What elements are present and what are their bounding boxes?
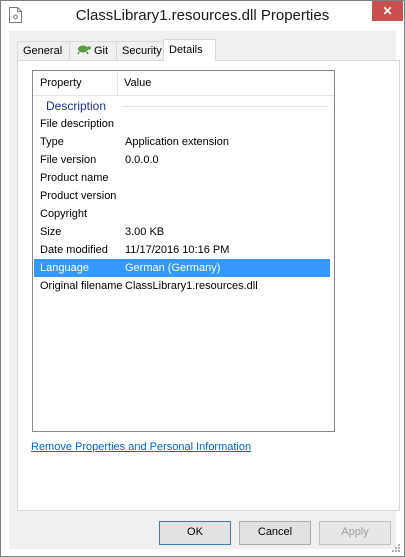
property-value: Application extension: [125, 136, 229, 148]
apply-button[interactable]: Apply: [319, 521, 391, 545]
tab-label: General: [23, 45, 63, 57]
property-name: Type: [40, 136, 64, 148]
property-name: Language: [40, 262, 89, 274]
list-item-selected[interactable]: Language German (Germany): [34, 259, 330, 277]
tab-security[interactable]: Security: [116, 41, 170, 60]
list-item[interactable]: File version 0.0.0.0: [34, 151, 330, 169]
property-value: 0.0.0.0: [125, 154, 159, 166]
property-name: Date modified: [40, 244, 108, 256]
dialog-body: General Git Security Details Property Va…: [9, 31, 400, 549]
list-item[interactable]: Size 3.00 KB: [34, 223, 330, 241]
property-value: German (Germany): [125, 262, 221, 274]
tab-details[interactable]: Details: [163, 39, 216, 61]
property-value: 3.00 KB: [125, 226, 165, 238]
close-button[interactable]: ✕: [372, 1, 403, 21]
list-item[interactable]: Type Application extension: [34, 133, 330, 151]
property-value: ClassLibrary1.resources.dll: [125, 280, 258, 292]
ok-button[interactable]: OK: [159, 521, 231, 545]
property-name: File description: [40, 118, 114, 130]
tab-label: Security: [122, 45, 162, 57]
column-header-value[interactable]: Value: [124, 77, 151, 89]
group-header-description: Description: [46, 99, 107, 113]
list-item[interactable]: Original filename ClassLibrary1.resource…: [34, 277, 330, 295]
property-name: Copyright: [40, 208, 88, 220]
list-item[interactable]: Product name: [34, 169, 330, 187]
property-name: Original filename: [40, 280, 123, 292]
property-name: File version: [40, 154, 97, 166]
group-divider: [122, 106, 329, 107]
resize-grip-icon[interactable]: [390, 542, 400, 552]
property-name: Product version: [40, 190, 117, 202]
window-title: ClassLibrary1.resources.dll Properties: [75, 7, 330, 24]
properties-dialog: ClassLibrary1.resources.dll Properties ✕…: [0, 0, 405, 557]
cancel-button[interactable]: Cancel: [239, 521, 311, 545]
list-header: Property Value: [33, 71, 334, 96]
properties-list[interactable]: Property Value Description File descript…: [32, 70, 335, 432]
list-item[interactable]: File description: [34, 115, 330, 133]
list-item[interactable]: Date modified 11/17/2016 10:16 PM: [34, 241, 330, 259]
git-turtle-icon: [75, 42, 91, 60]
remove-properties-link[interactable]: Remove Properties and Personal Informati…: [31, 441, 251, 453]
column-header-property[interactable]: Property: [40, 77, 82, 89]
property-value: 11/17/2016 10:16 PM: [125, 244, 230, 256]
tab-git[interactable]: Git: [69, 41, 121, 60]
list-item[interactable]: Product version: [34, 187, 330, 205]
tab-label: Details: [169, 44, 203, 56]
tab-label: Git: [94, 45, 109, 57]
property-name: Product name: [40, 172, 109, 184]
tab-general[interactable]: General: [17, 41, 76, 60]
title-bar[interactable]: ClassLibrary1.resources.dll Properties ✕: [1, 1, 404, 30]
close-icon: ✕: [382, 4, 393, 18]
property-name: Size: [40, 226, 62, 238]
list-item[interactable]: Copyright: [34, 205, 330, 223]
column-divider[interactable]: [117, 71, 118, 95]
